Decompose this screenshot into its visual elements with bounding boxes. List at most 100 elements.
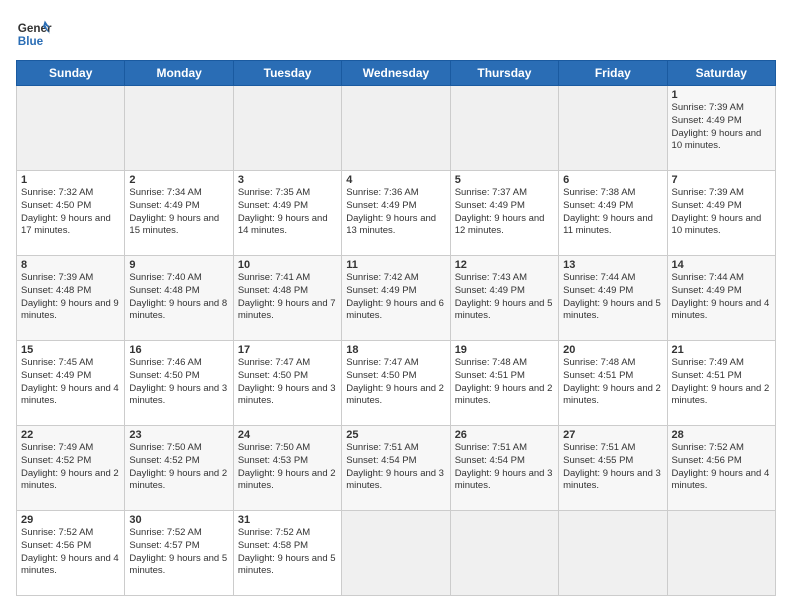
day-number: 27 (563, 429, 662, 441)
sunset-text: Sunset: 4:49 PM (672, 200, 742, 211)
calendar-cell: 9 Sunrise: 7:40 AM Sunset: 4:48 PM Dayli… (125, 256, 233, 341)
sunrise-text: Sunrise: 7:44 AM (563, 272, 635, 283)
daylight-text: Daylight: 9 hours and 15 minutes. (129, 213, 219, 237)
cell-content: Sunrise: 7:48 AM Sunset: 4:51 PM Dayligh… (455, 357, 554, 408)
calendar-cell: 5 Sunrise: 7:37 AM Sunset: 4:49 PM Dayli… (450, 171, 558, 256)
sunrise-text: Sunrise: 7:44 AM (672, 272, 744, 283)
day-number: 30 (129, 514, 228, 526)
day-number: 15 (21, 344, 120, 356)
cell-content: Sunrise: 7:42 AM Sunset: 4:49 PM Dayligh… (346, 272, 445, 323)
calendar-cell: 30 Sunrise: 7:52 AM Sunset: 4:57 PM Dayl… (125, 511, 233, 596)
daylight-text: Daylight: 9 hours and 2 minutes. (563, 383, 661, 407)
sunrise-text: Sunrise: 7:37 AM (455, 187, 527, 198)
cell-content: Sunrise: 7:51 AM Sunset: 4:54 PM Dayligh… (455, 442, 554, 493)
daylight-text: Daylight: 9 hours and 3 minutes. (346, 468, 444, 492)
day-number: 2 (129, 174, 228, 186)
sunrise-text: Sunrise: 7:32 AM (21, 187, 93, 198)
calendar-cell: 2 Sunrise: 7:34 AM Sunset: 4:49 PM Dayli… (125, 171, 233, 256)
cell-content: Sunrise: 7:47 AM Sunset: 4:50 PM Dayligh… (238, 357, 337, 408)
day-number: 3 (238, 174, 337, 186)
sunrise-text: Sunrise: 7:36 AM (346, 187, 418, 198)
calendar-cell: 3 Sunrise: 7:35 AM Sunset: 4:49 PM Dayli… (233, 171, 341, 256)
cell-content: Sunrise: 7:52 AM Sunset: 4:56 PM Dayligh… (21, 527, 120, 578)
sunset-text: Sunset: 4:49 PM (129, 200, 199, 211)
calendar-cell: 21 Sunrise: 7:49 AM Sunset: 4:51 PM Dayl… (667, 341, 775, 426)
day-number: 5 (455, 174, 554, 186)
day-number: 1 (672, 89, 771, 101)
sunrise-text: Sunrise: 7:45 AM (21, 357, 93, 368)
day-number: 18 (346, 344, 445, 356)
day-number: 11 (346, 259, 445, 271)
cell-content: Sunrise: 7:38 AM Sunset: 4:49 PM Dayligh… (563, 187, 662, 238)
sunset-text: Sunset: 4:50 PM (346, 370, 416, 381)
day-number: 26 (455, 429, 554, 441)
sunset-text: Sunset: 4:54 PM (455, 455, 525, 466)
calendar-cell: 24 Sunrise: 7:50 AM Sunset: 4:53 PM Dayl… (233, 426, 341, 511)
day-number: 17 (238, 344, 337, 356)
calendar-cell: 10 Sunrise: 7:41 AM Sunset: 4:48 PM Dayl… (233, 256, 341, 341)
cell-content: Sunrise: 7:39 AM Sunset: 4:48 PM Dayligh… (21, 272, 120, 323)
sunset-text: Sunset: 4:52 PM (21, 455, 91, 466)
sunset-text: Sunset: 4:49 PM (672, 115, 742, 126)
daylight-text: Daylight: 9 hours and 4 minutes. (672, 468, 770, 492)
calendar-cell: 22 Sunrise: 7:49 AM Sunset: 4:52 PM Dayl… (17, 426, 125, 511)
cell-content: Sunrise: 7:51 AM Sunset: 4:55 PM Dayligh… (563, 442, 662, 493)
day-number: 19 (455, 344, 554, 356)
sunrise-text: Sunrise: 7:38 AM (563, 187, 635, 198)
sunset-text: Sunset: 4:57 PM (129, 540, 199, 551)
daylight-text: Daylight: 9 hours and 5 minutes. (563, 298, 661, 322)
sunset-text: Sunset: 4:49 PM (455, 285, 525, 296)
calendar-cell: 6 Sunrise: 7:38 AM Sunset: 4:49 PM Dayli… (559, 171, 667, 256)
calendar-cell (559, 86, 667, 171)
cell-content: Sunrise: 7:39 AM Sunset: 4:49 PM Dayligh… (672, 187, 771, 238)
calendar-cell: 8 Sunrise: 7:39 AM Sunset: 4:48 PM Dayli… (17, 256, 125, 341)
cell-content: Sunrise: 7:49 AM Sunset: 4:52 PM Dayligh… (21, 442, 120, 493)
sunset-text: Sunset: 4:55 PM (563, 455, 633, 466)
cell-content: Sunrise: 7:37 AM Sunset: 4:49 PM Dayligh… (455, 187, 554, 238)
calendar-cell: 25 Sunrise: 7:51 AM Sunset: 4:54 PM Dayl… (342, 426, 450, 511)
daylight-text: Daylight: 9 hours and 13 minutes. (346, 213, 436, 237)
calendar-cell: 20 Sunrise: 7:48 AM Sunset: 4:51 PM Dayl… (559, 341, 667, 426)
daylight-text: Daylight: 9 hours and 5 minutes. (238, 553, 336, 577)
cell-content: Sunrise: 7:49 AM Sunset: 4:51 PM Dayligh… (672, 357, 771, 408)
logo-icon: General Blue (16, 16, 52, 52)
calendar-cell: 11 Sunrise: 7:42 AM Sunset: 4:49 PM Dayl… (342, 256, 450, 341)
daylight-text: Daylight: 9 hours and 4 minutes. (21, 383, 119, 407)
day-header-friday: Friday (559, 61, 667, 86)
day-number: 9 (129, 259, 228, 271)
cell-content: Sunrise: 7:34 AM Sunset: 4:49 PM Dayligh… (129, 187, 228, 238)
cell-content: Sunrise: 7:32 AM Sunset: 4:50 PM Dayligh… (21, 187, 120, 238)
day-number: 4 (346, 174, 445, 186)
calendar-cell: 27 Sunrise: 7:51 AM Sunset: 4:55 PM Dayl… (559, 426, 667, 511)
day-number: 20 (563, 344, 662, 356)
cell-content: Sunrise: 7:52 AM Sunset: 4:58 PM Dayligh… (238, 527, 337, 578)
sunrise-text: Sunrise: 7:39 AM (672, 102, 744, 113)
sunrise-text: Sunrise: 7:52 AM (21, 527, 93, 538)
sunrise-text: Sunrise: 7:47 AM (238, 357, 310, 368)
sunrise-text: Sunrise: 7:35 AM (238, 187, 310, 198)
sunset-text: Sunset: 4:56 PM (672, 455, 742, 466)
sunrise-text: Sunrise: 7:47 AM (346, 357, 418, 368)
daylight-text: Daylight: 9 hours and 2 minutes. (129, 468, 227, 492)
sunset-text: Sunset: 4:49 PM (238, 200, 308, 211)
sunrise-text: Sunrise: 7:43 AM (455, 272, 527, 283)
calendar-cell (667, 511, 775, 596)
calendar-cell: 18 Sunrise: 7:47 AM Sunset: 4:50 PM Dayl… (342, 341, 450, 426)
calendar-cell (559, 511, 667, 596)
sunset-text: Sunset: 4:48 PM (238, 285, 308, 296)
sunrise-text: Sunrise: 7:51 AM (346, 442, 418, 453)
svg-text:Blue: Blue (18, 35, 44, 48)
day-header-saturday: Saturday (667, 61, 775, 86)
sunset-text: Sunset: 4:49 PM (563, 200, 633, 211)
sunset-text: Sunset: 4:52 PM (129, 455, 199, 466)
cell-content: Sunrise: 7:41 AM Sunset: 4:48 PM Dayligh… (238, 272, 337, 323)
day-header-sunday: Sunday (17, 61, 125, 86)
sunrise-text: Sunrise: 7:40 AM (129, 272, 201, 283)
sunrise-text: Sunrise: 7:39 AM (21, 272, 93, 283)
day-header-tuesday: Tuesday (233, 61, 341, 86)
sunset-text: Sunset: 4:49 PM (455, 200, 525, 211)
daylight-text: Daylight: 9 hours and 2 minutes. (455, 383, 553, 407)
day-number: 25 (346, 429, 445, 441)
calendar-cell: 19 Sunrise: 7:48 AM Sunset: 4:51 PM Dayl… (450, 341, 558, 426)
sunset-text: Sunset: 4:48 PM (129, 285, 199, 296)
